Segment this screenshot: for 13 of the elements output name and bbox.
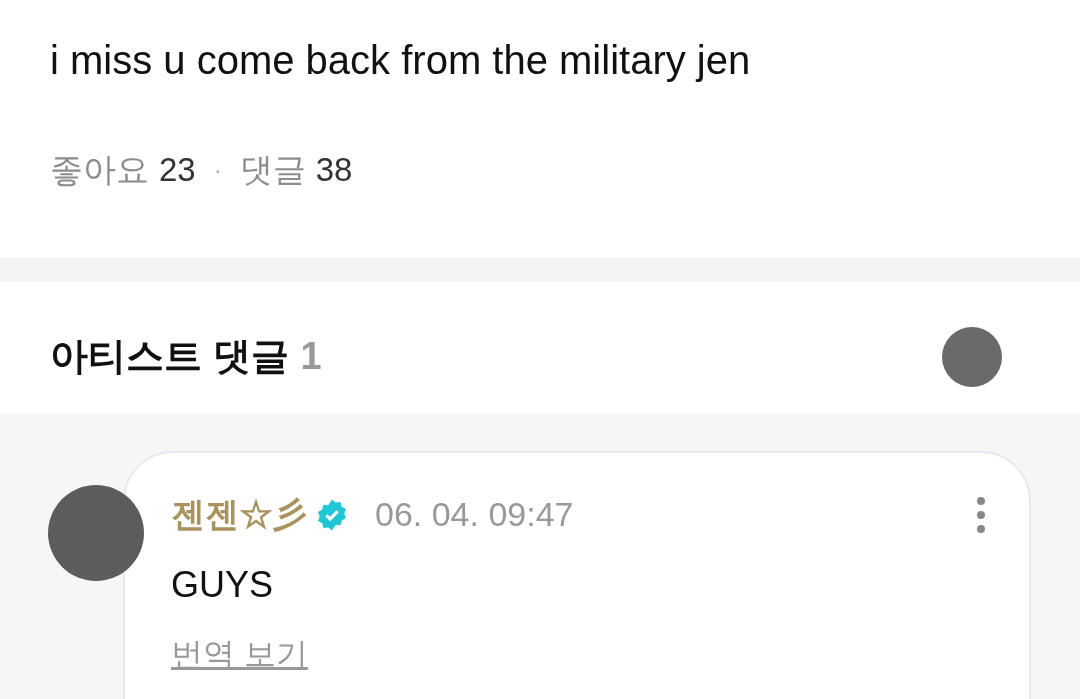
comments-count: 38 bbox=[315, 150, 353, 190]
comments-label: 댓글 bbox=[239, 150, 306, 190]
translate-link[interactable]: 번역 보기 bbox=[171, 630, 308, 678]
likes-count: 23 bbox=[159, 150, 196, 190]
likes-label: 좋아요 bbox=[50, 150, 149, 190]
comment-time: 06. 04. 09:47 bbox=[375, 494, 574, 535]
comment-text: GUYS bbox=[171, 563, 274, 607]
post-text: i miss u come back from the military jen bbox=[50, 37, 752, 84]
section-title: 아티스트 댓글 bbox=[50, 334, 289, 379]
author-name[interactable]: 젠젠☆彡 bbox=[171, 489, 307, 540]
section-count: 1 bbox=[300, 334, 322, 379]
more-options-icon[interactable] bbox=[977, 496, 985, 533]
separator-dot: · bbox=[213, 155, 222, 185]
